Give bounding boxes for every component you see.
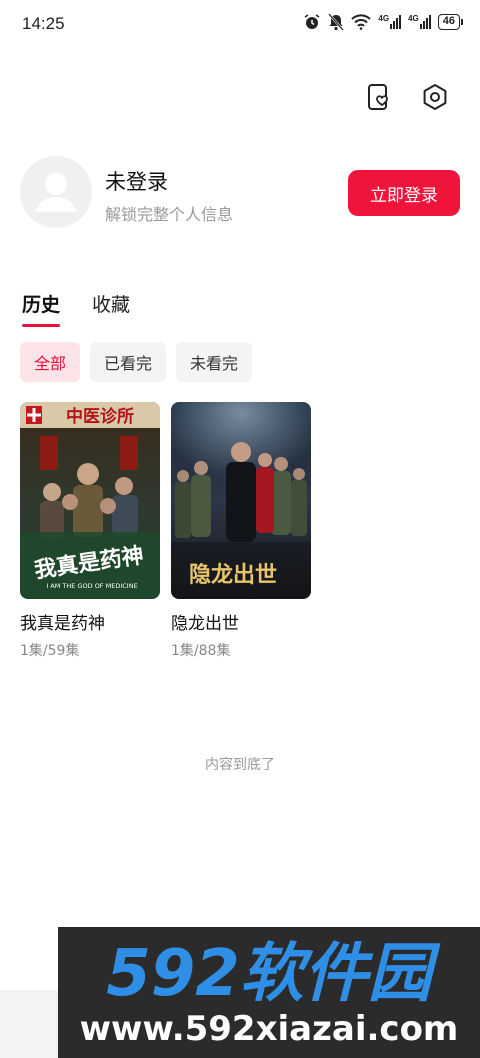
poster-image[interactable]: 隐龙出世 (171, 402, 311, 599)
filter-finished[interactable]: 已看完 (90, 342, 167, 382)
top-actions (364, 82, 450, 112)
card-title[interactable]: 隐龙出世 (171, 609, 311, 634)
filter-unfinished[interactable]: 未看完 (176, 342, 253, 382)
login-button[interactable]: 立即登录 (348, 170, 460, 216)
battery-icon: 46 (437, 14, 464, 30)
tab-history[interactable]: 历史 (22, 290, 61, 327)
alarm-icon (303, 13, 321, 31)
history-card[interactable]: 隐龙出世 隐龙出世 1集/88集 (171, 402, 311, 660)
avatar[interactable] (20, 156, 92, 228)
history-grid: 中医诊所 我真是药神 I AM THE GOD OF MEDICINE 我真是药… (20, 402, 311, 660)
login-status-subtitle: 解锁完整个人信息 (105, 205, 234, 224)
network-type-label: 4G (408, 14, 419, 23)
signal-icon: 4G (408, 15, 431, 29)
poster-subtitle-text: I AM THE GOD OF MEDICINE (46, 582, 137, 590)
end-of-list-text: 内容到底了 (205, 757, 275, 773)
status-icons: 4G 4G 46 (303, 13, 464, 31)
watermark-logo-text: 592软件园 (106, 937, 441, 1007)
status-bar: 14:25 4G 4G 46 (0, 0, 480, 50)
watermark-logo: 592软件园 (106, 937, 441, 1007)
network-type-label: 4G (378, 14, 390, 23)
card-episode-progress: 1集/88集 (171, 643, 231, 659)
user-placeholder-icon (36, 173, 76, 212)
mute-icon (328, 13, 345, 31)
wifi-icon (351, 14, 372, 30)
card-title[interactable]: 我真是药神 (20, 609, 160, 634)
history-card[interactable]: 中医诊所 我真是药神 I AM THE GOD OF MEDICINE 我真是药… (20, 402, 160, 660)
filter-all[interactable]: 全部 (20, 342, 81, 382)
poster-image[interactable]: 中医诊所 我真是药神 I AM THE GOD OF MEDICINE (20, 402, 160, 599)
favorite-phone-icon[interactable] (364, 82, 394, 112)
tab-favorites[interactable]: 收藏 (92, 290, 130, 327)
poster-sign-text: 中医诊所 (66, 406, 134, 427)
poster-title-text: 隐龙出世 (189, 562, 277, 588)
settings-hexagon-icon[interactable] (420, 82, 450, 112)
tab-bar: 历史 收藏 (22, 290, 130, 327)
card-episode-progress: 1集/59集 (20, 643, 80, 659)
watermark-banner: 592软件园 www.592xiazai.com (58, 927, 480, 1058)
profile-section: 未登录 解锁完整个人信息 立即登录 (20, 156, 460, 230)
filter-chips: 全部 已看完 未看完 (20, 342, 253, 382)
signal-icon: 4G (378, 14, 402, 29)
status-time: 14:25 (22, 14, 65, 33)
login-status-title: 未登录 (105, 170, 168, 194)
watermark-url: www.592xiazai.com (79, 1009, 459, 1049)
bottom-bar-edge (0, 990, 58, 1058)
